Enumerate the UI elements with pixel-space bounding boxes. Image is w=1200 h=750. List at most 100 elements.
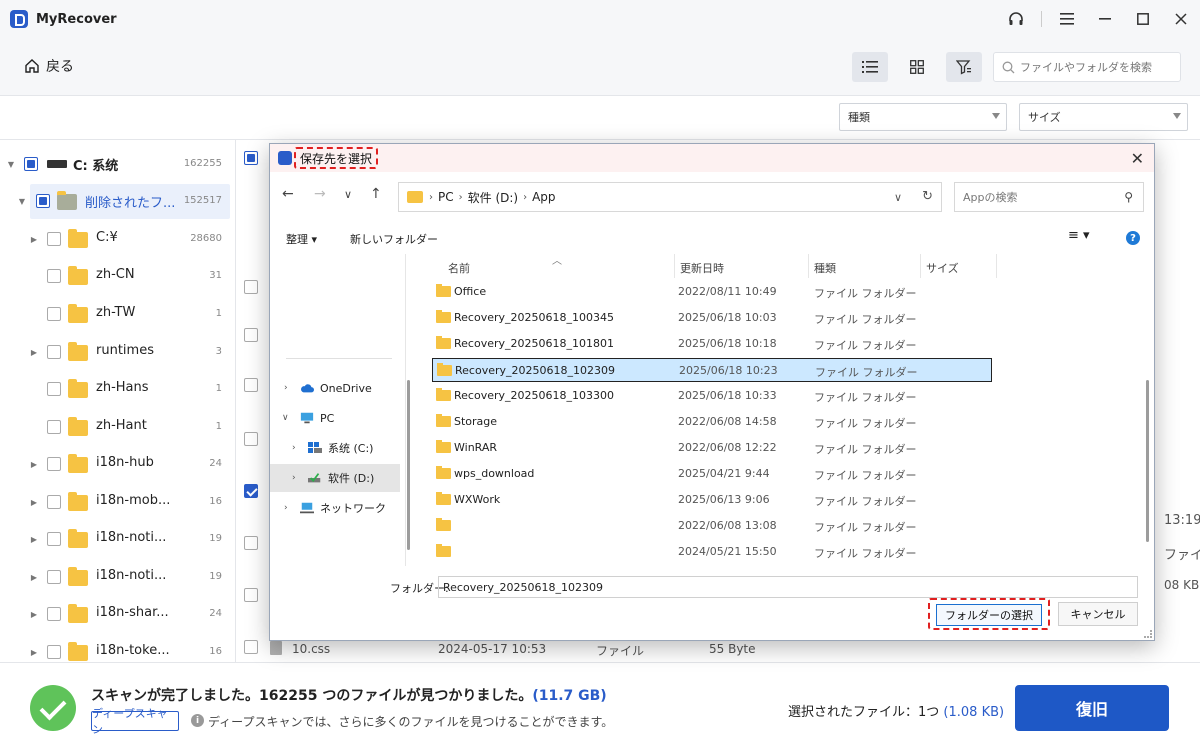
checkbox[interactable] — [47, 269, 61, 283]
tree-item-folder[interactable]: zh-TW 1 — [0, 295, 235, 332]
row-checkbox[interactable] — [244, 280, 258, 294]
deep-scan-button[interactable]: ディープスキャン — [91, 707, 179, 736]
checkbox[interactable] — [36, 194, 50, 208]
nav-scrollbar[interactable] — [407, 380, 410, 550]
forward-arrow-icon[interactable]: → — [314, 186, 326, 202]
tree-item-deleted[interactable]: ▼ 削除されたフ... 152517 — [0, 182, 235, 219]
checkbox[interactable] — [47, 345, 61, 359]
close-icon[interactable] — [1162, 0, 1200, 38]
organize-button[interactable]: 整理 ▾ — [286, 231, 317, 247]
list-item[interactable]: wps_download 2025/04/21 9:44 ファイル フォルダー — [432, 462, 992, 486]
expand-right-icon[interactable]: ▶ — [29, 572, 39, 582]
checkbox[interactable] — [47, 457, 61, 471]
nav-item-network[interactable]: › ネットワーク — [270, 494, 400, 522]
expand-right-icon[interactable]: ▶ — [29, 647, 39, 657]
chevron-right-icon[interactable]: › — [292, 443, 296, 453]
back-button[interactable]: 戻る — [24, 56, 74, 76]
expand-right-icon[interactable]: ▶ — [29, 609, 39, 619]
nav-item-onedrive[interactable]: › OneDrive — [270, 374, 400, 402]
menu-icon[interactable] — [1048, 0, 1086, 38]
refresh-icon[interactable]: ↻ — [922, 189, 933, 204]
column-header-size[interactable]: サイズ — [926, 260, 959, 276]
new-folder-button[interactable]: 新しいフォルダー — [350, 231, 438, 247]
chevron-down-icon[interactable]: ∨ — [894, 191, 902, 204]
checkbox[interactable] — [47, 645, 61, 659]
nav-item-pc[interactable]: ∨ PC — [270, 404, 400, 432]
chevron-right-icon[interactable]: › — [292, 473, 296, 483]
cancel-button[interactable]: キャンセル — [1058, 602, 1138, 626]
chevron-right-icon[interactable]: › — [284, 503, 288, 513]
list-item[interactable]: Office 2022/08/11 10:49 ファイル フォルダー — [432, 280, 992, 304]
nav-item-drive-c[interactable]: › 系统 (C:) — [270, 434, 400, 462]
checkbox[interactable] — [47, 607, 61, 621]
recover-button[interactable]: 復旧 — [1015, 685, 1169, 731]
row-checkbox[interactable] — [244, 536, 258, 550]
nav-item-drive-d[interactable]: › 软件 (D:) — [270, 464, 400, 492]
column-header-type[interactable]: 種類 — [814, 260, 836, 276]
size-dropdown[interactable]: サイズ — [1019, 103, 1188, 131]
list-item[interactable]: WXWork 2025/06/13 9:06 ファイル フォルダー — [432, 488, 992, 512]
list-item[interactable]: Storage 2022/06/08 14:58 ファイル フォルダー — [432, 410, 992, 434]
breadcrumb-item[interactable]: App — [532, 190, 555, 204]
row-checkbox[interactable] — [244, 432, 258, 446]
row-checkbox[interactable] — [244, 378, 258, 392]
folder-name-input[interactable]: Recovery_20250618_102309 — [438, 576, 1138, 598]
expand-down-icon[interactable]: ▼ — [17, 196, 27, 206]
row-checkbox[interactable] — [244, 328, 258, 342]
breadcrumb-item[interactable]: PC — [438, 190, 454, 204]
tree-item-folder[interactable]: zh-Hant 1 — [0, 408, 235, 445]
checkbox[interactable] — [47, 382, 61, 396]
expand-right-icon[interactable]: ▶ — [29, 459, 39, 469]
checkbox[interactable] — [47, 307, 61, 321]
tree-item-folder[interactable]: ▶ i18n-noti... 19 — [0, 558, 235, 595]
tree-item-folder[interactable]: ▶ i18n-mob... 16 — [0, 483, 235, 520]
column-header-date[interactable]: 更新日時 — [680, 260, 724, 276]
help-icon[interactable]: ? — [1126, 231, 1140, 245]
minimize-icon[interactable] — [1086, 0, 1124, 38]
tree-item-folder[interactable]: ▶ i18n-shar... 24 — [0, 595, 235, 632]
list-item[interactable]: Recovery_20250618_103300 2025/06/18 10:33… — [432, 384, 992, 408]
tree-item-folder[interactable]: zh-CN 31 — [0, 257, 235, 294]
checkbox[interactable] — [47, 495, 61, 509]
list-item[interactable]: Recovery_20250618_101801 2025/06/18 10:18… — [432, 332, 992, 356]
back-arrow-icon[interactable]: ← — [282, 186, 294, 202]
headset-icon[interactable] — [997, 0, 1035, 38]
type-dropdown[interactable]: 種類 — [839, 103, 1007, 131]
row-checkbox[interactable] — [244, 588, 258, 602]
checkbox[interactable] — [47, 532, 61, 546]
list-item[interactable]: 2022/06/08 13:08 ファイル フォルダー — [432, 514, 992, 538]
tree-item-folder[interactable]: ▶ i18n-noti... 19 — [0, 520, 235, 557]
close-icon[interactable]: ✕ — [1131, 149, 1144, 168]
tree-item-folder[interactable]: ▶ i18n-toke... 16 — [0, 633, 235, 662]
search-box[interactable] — [993, 52, 1181, 82]
address-bar[interactable]: › PC › 软件 (D:) › App ∨ ↻ — [398, 182, 942, 212]
tree-item-folder[interactable]: ▶ runtimes 3 — [0, 333, 235, 370]
chevron-right-icon[interactable]: › — [284, 383, 288, 393]
tree-item-folder[interactable]: ▶ i18n-hub 24 — [0, 445, 235, 482]
list-item[interactable]: WinRAR 2022/06/08 12:22 ファイル フォルダー — [432, 436, 992, 460]
checkbox[interactable] — [24, 157, 38, 171]
tree-item-drive-c[interactable]: ▼ C: 系统 162255 — [0, 145, 235, 182]
maximize-icon[interactable] — [1124, 0, 1162, 38]
search-input[interactable] — [1020, 60, 1170, 74]
expand-down-icon[interactable]: ▼ — [6, 159, 16, 169]
up-arrow-icon[interactable]: ↑ — [370, 186, 382, 202]
expand-right-icon[interactable]: ▶ — [29, 497, 39, 507]
list-item[interactable]: Recovery_20250618_100345 2025/06/18 10:03… — [432, 306, 992, 330]
view-options-icon[interactable]: ≡ ▾ — [1068, 228, 1090, 243]
tree-item-folder[interactable]: zh-Hans 1 — [0, 370, 235, 407]
expand-right-icon[interactable]: ▶ — [29, 534, 39, 544]
checkbox[interactable] — [47, 420, 61, 434]
recent-chevron-icon[interactable]: ∨ — [344, 188, 352, 201]
list-item-selected[interactable]: Recovery_20250618_102309 2025/06/18 10:23… — [432, 358, 992, 382]
row-checkbox-checked[interactable] — [244, 484, 258, 498]
breadcrumb-item[interactable]: 软件 (D:) — [468, 189, 518, 206]
select-folder-button[interactable]: フォルダーの選択 — [936, 604, 1042, 626]
file-list-scrollbar[interactable] — [1146, 380, 1149, 542]
chevron-down-icon[interactable]: ∨ — [282, 413, 289, 423]
expand-right-icon[interactable]: ▶ — [29, 347, 39, 357]
dialog-search-box[interactable]: Appの検索 ⚲ — [954, 182, 1144, 212]
filter-icon[interactable] — [946, 52, 982, 82]
list-item[interactable]: 2024/05/21 15:50 ファイル フォルダー — [432, 540, 992, 564]
select-all-checkbox[interactable] — [244, 151, 258, 165]
